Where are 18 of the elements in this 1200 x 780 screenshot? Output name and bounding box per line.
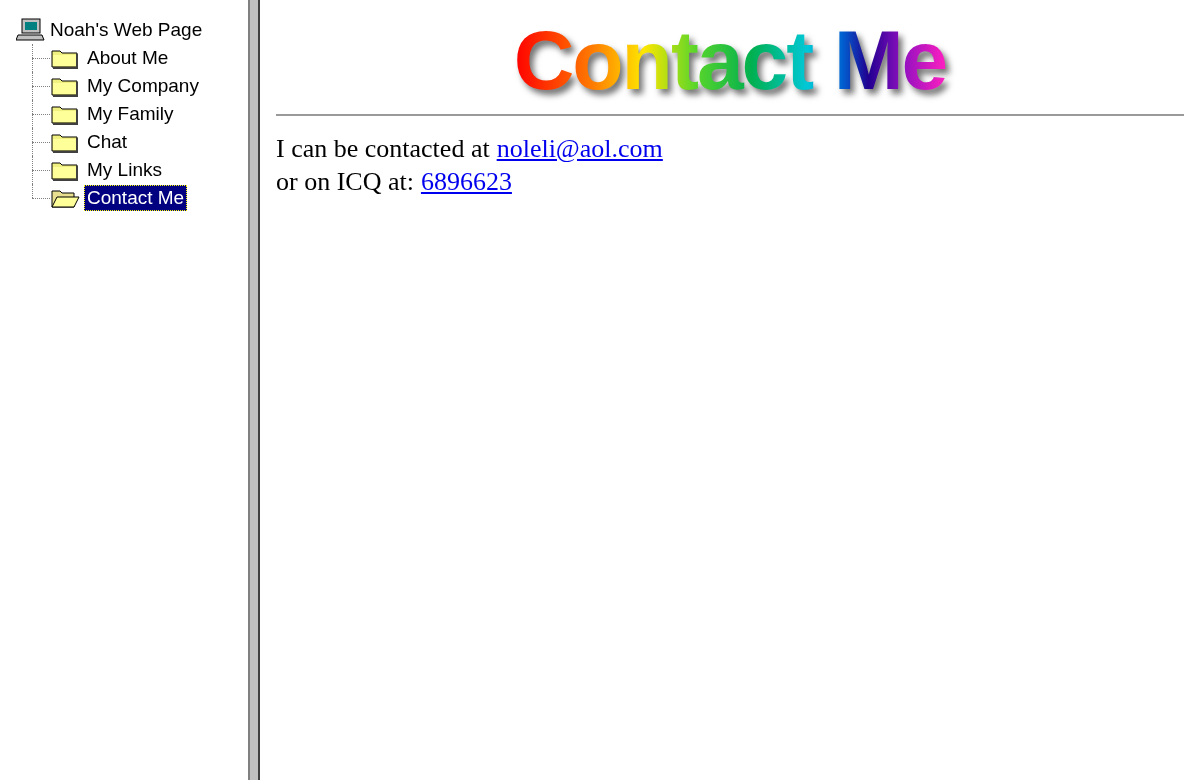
tree-item[interactable]: My Company [84,74,202,98]
contact-text: I can be contacted at [276,134,490,163]
tree-item[interactable]: My Family [84,102,177,126]
contact-link[interactable]: 6896623 [420,167,512,196]
folder-icon [50,47,80,69]
tree-root-label[interactable]: Noah's Web Page [50,15,203,45]
contact-text: or on ICQ at: [276,167,414,196]
tree-item[interactable]: Contact Me [84,185,188,211]
folder-icon [50,75,80,97]
folder-icon [50,159,80,181]
tree-item[interactable]: My Links [84,158,165,182]
computer-icon [16,18,46,42]
folder-icon [50,103,80,125]
tree-item[interactable]: Chat [84,130,131,154]
tree-item[interactable]: About Me [84,46,172,70]
folder-icon [50,131,80,153]
open-folder-icon [50,187,80,209]
contact-link[interactable]: noleli@aol.com [496,134,663,163]
